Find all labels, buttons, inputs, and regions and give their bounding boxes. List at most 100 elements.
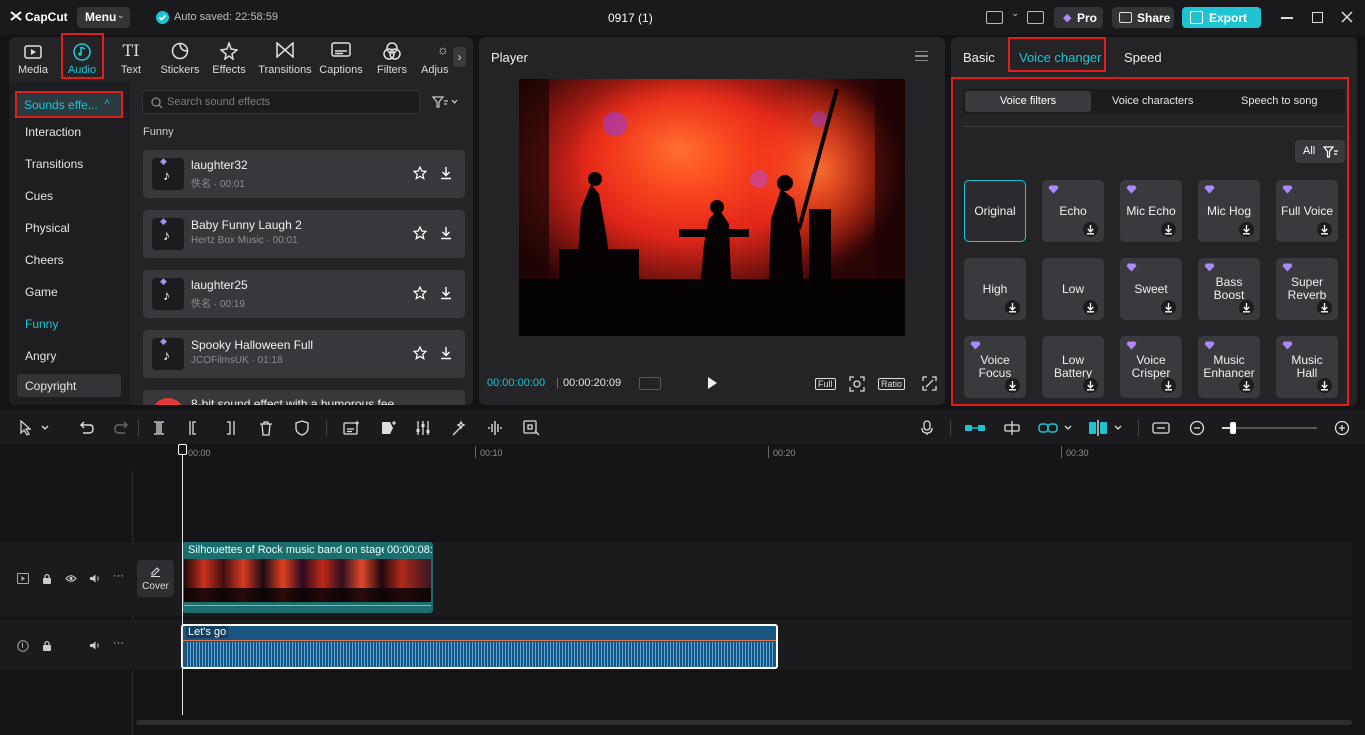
adjust-sliders-icon[interactable] (415, 420, 431, 436)
caption-track-icon[interactable] (1152, 420, 1170, 436)
video-preview[interactable] (519, 79, 905, 336)
split-left-icon[interactable] (187, 420, 203, 436)
maximize-icon[interactable] (1312, 12, 1323, 23)
redo-icon[interactable] (114, 420, 130, 436)
tab-adjust[interactable]: ☼ Adjus (415, 42, 449, 76)
audio-wave-icon[interactable] (487, 420, 503, 436)
category-funny[interactable]: Funny (25, 317, 58, 331)
tab-stickers[interactable]: Stickers (156, 42, 204, 76)
ratio-button[interactable]: Ratio (878, 378, 906, 390)
category-cues[interactable]: Cues (25, 189, 53, 203)
undo-icon[interactable] (78, 420, 94, 436)
download-icon[interactable] (1317, 300, 1332, 315)
voice-filter-tile[interactable]: Voice Crisper (1120, 336, 1182, 398)
tabs-scroll-right-icon[interactable]: › (453, 47, 466, 67)
voice-filter-tile[interactable]: Bass Boost (1198, 258, 1260, 320)
voice-filter-tile[interactable]: Low (1042, 258, 1104, 320)
voice-filter-tile[interactable]: Mic Hog (1198, 180, 1260, 242)
download-icon[interactable] (1161, 378, 1176, 393)
filter-all-button[interactable]: All (1295, 140, 1345, 163)
voice-filter-tile[interactable]: High (964, 258, 1026, 320)
lock-icon[interactable] (42, 573, 52, 584)
zoom-in-icon[interactable] (1334, 420, 1350, 436)
lock-icon[interactable] (42, 640, 52, 651)
caption-add-icon[interactable] (343, 420, 360, 436)
select-cursor-icon[interactable] (19, 420, 49, 436)
category-game[interactable]: Game (25, 285, 58, 299)
tab-media[interactable]: Media (9, 42, 57, 76)
category-angry[interactable]: Angry (25, 349, 56, 363)
time-ruler[interactable]: 00:00 00:10 00:20 00:30 (182, 446, 1365, 460)
voice-filter-tile[interactable]: Music Enhancer (1198, 336, 1260, 398)
zoom-out-icon[interactable] (1189, 420, 1205, 436)
tab-basic[interactable]: Basic (963, 50, 995, 65)
sound-card[interactable]: ◆ ♪ laughter25 佚名 · 00:19 (143, 270, 465, 318)
zoom-fit-icon[interactable] (849, 376, 865, 392)
crop-icon[interactable] (523, 420, 540, 436)
speaker-icon[interactable] (89, 573, 101, 584)
favorite-star-icon[interactable] (413, 346, 427, 360)
magic-wand-icon[interactable] (451, 420, 468, 436)
preview-axis-icon[interactable] (1088, 420, 1124, 436)
shield-icon[interactable] (294, 420, 310, 436)
full-quality-button[interactable]: Full (815, 378, 836, 390)
split-right-icon[interactable] (222, 420, 238, 436)
download-icon[interactable] (1161, 222, 1176, 237)
keyboard-icon[interactable] (1027, 11, 1044, 24)
sounds-effects-dropdown[interactable]: Sounds effe... ˄ (17, 93, 122, 117)
download-icon[interactable] (1005, 300, 1020, 315)
tab-transitions[interactable]: Transitions (256, 42, 314, 76)
zoom-slider[interactable] (1222, 422, 1317, 434)
delete-icon[interactable] (258, 420, 274, 436)
subtab-voice-filters[interactable]: Voice filters (965, 91, 1091, 112)
voice-filter-tile[interactable]: Super Reverb (1276, 258, 1338, 320)
voice-filter-tile[interactable]: Echo (1042, 180, 1104, 242)
subtab-voice-characters[interactable]: Voice characters (1112, 95, 1193, 107)
sound-card-partial[interactable]: 8-bit sound effect with a humorous fee (143, 390, 465, 405)
favorite-star-icon[interactable] (413, 286, 427, 300)
download-icon[interactable] (1083, 378, 1098, 393)
download-icon[interactable] (439, 346, 453, 360)
voice-filter-tile[interactable]: Low Battery (1042, 336, 1104, 398)
download-icon[interactable] (1083, 222, 1098, 237)
tab-speed[interactable]: Speed (1124, 50, 1162, 65)
eye-icon[interactable] (65, 574, 77, 583)
main-track-magnet-icon[interactable] (964, 420, 986, 436)
split-icon[interactable] (151, 420, 167, 436)
category-copyright[interactable]: Copyright (17, 374, 121, 397)
category-interaction[interactable]: Interaction (25, 125, 81, 139)
download-icon[interactable] (1239, 378, 1254, 393)
download-icon[interactable] (1317, 378, 1332, 393)
voice-filter-tile[interactable]: Sweet (1120, 258, 1182, 320)
tab-effects[interactable]: Effects (205, 42, 253, 76)
tab-audio[interactable]: Audio (58, 42, 106, 76)
tab-captions[interactable]: Captions (317, 42, 365, 76)
link-icon[interactable] (1038, 420, 1074, 436)
voice-filter-tile[interactable]: Full Voice (1276, 180, 1338, 242)
play-icon[interactable] (705, 376, 719, 390)
tab-text[interactable]: TI Text (107, 41, 155, 76)
share-button[interactable]: Share (1112, 7, 1174, 28)
menu-button[interactable]: Menu ⌄ (77, 7, 130, 28)
layout-icon[interactable] (986, 11, 1003, 24)
pro-button[interactable]: ◆ Pro (1054, 7, 1103, 28)
download-icon[interactable] (1083, 300, 1098, 315)
voice-filter-tile[interactable]: Original (964, 180, 1026, 242)
minimize-icon[interactable] (1281, 17, 1293, 19)
subtab-speech-to-song[interactable]: Speech to song (1241, 95, 1317, 107)
download-icon[interactable] (1239, 222, 1254, 237)
video-clip[interactable]: Silhouettes of Rock music band on stage … (182, 542, 433, 613)
tab-filters[interactable]: Filters (368, 42, 416, 76)
playhead[interactable] (182, 446, 183, 715)
download-icon[interactable] (1161, 300, 1176, 315)
category-cheers[interactable]: Cheers (25, 253, 64, 267)
fullscreen-icon[interactable] (922, 376, 937, 391)
voice-filter-tile[interactable]: Music Hall (1276, 336, 1338, 398)
favorite-star-icon[interactable] (413, 226, 427, 240)
voice-filter-tile[interactable]: Voice Focus (964, 336, 1026, 398)
tab-voice-changer[interactable]: Voice changer (1019, 50, 1101, 65)
close-icon[interactable] (1340, 10, 1354, 24)
layout-chevron-icon[interactable]: ⌄ (1011, 8, 1019, 19)
snap-icon[interactable] (1003, 420, 1021, 436)
microphone-icon[interactable] (920, 420, 934, 436)
